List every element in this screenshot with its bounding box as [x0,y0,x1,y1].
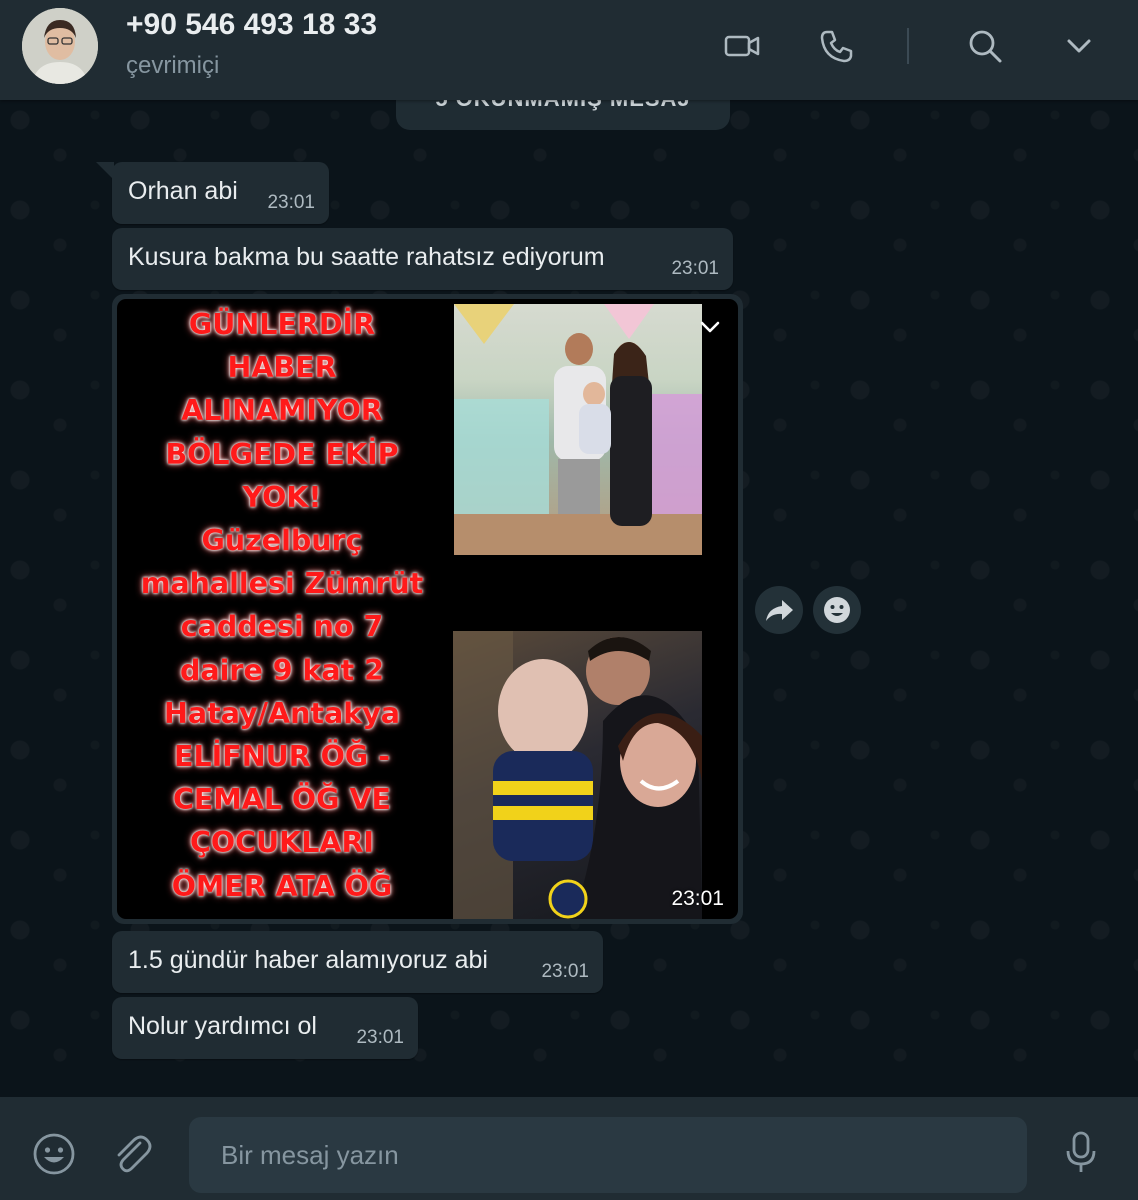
message-bubble[interactable]: 1.5 gündür haber alamıyoruz abi 23:01 [112,931,603,993]
voice-call-icon[interactable] [816,26,856,66]
search-icon[interactable] [965,26,1005,66]
header-divider [907,28,909,64]
image-message[interactable]: GÜNLERDİR HABER ALINAMIYOR BÖLGEDE EKİP … [112,294,743,924]
family-photo-bottom [453,631,702,919]
poster-line: ÇOCUKLARI [189,826,375,860]
forward-icon [766,600,793,621]
message-composer [0,1097,1138,1200]
poster-line: ELİFNUR ÖĞ - [174,740,390,774]
react-button[interactable] [813,586,861,634]
contact-avatar[interactable] [22,8,98,84]
message-time: 23:01 [671,258,719,279]
message-time: 23:01 [356,1027,404,1048]
microphone-icon[interactable] [1058,1129,1104,1175]
message-time: 23:01 [671,887,724,910]
bubble-tail [96,162,114,180]
poster-line: mahallesi Zümrüt [140,567,424,601]
shared-image[interactable]: GÜNLERDİR HABER ALINAMIYOR BÖLGEDE EKİP … [117,299,738,919]
message-time: 23:01 [267,192,315,213]
message-bubble[interactable]: Kusura bakma bu saatte rahatsız ediyorum… [112,228,733,290]
attach-icon[interactable] [109,1131,155,1177]
menu-chevron-icon[interactable] [1059,26,1099,66]
message-text: Orhan abi [128,177,238,205]
poster-line: YOK! [242,480,322,514]
poster-line: CEMAL ÖĞ VE [173,783,391,817]
message-input[interactable] [189,1117,1027,1193]
message-text: 1.5 gündür haber alamıyoruz abi [128,946,488,974]
poster-line: daire 9 kat 2 [179,653,385,687]
chat-header: +90 546 493 18 33 çevrimiçi [0,0,1138,100]
poster-line: Hatay/Antakya [163,696,400,730]
poster-line: Güzelburç [201,524,363,558]
message-text: Nolur yardımcı ol [128,1012,317,1040]
message-bubble[interactable]: Nolur yardımcı ol 23:01 [112,997,418,1059]
poster-text: GÜNLERDİR HABER ALINAMIYOR BÖLGEDE EKİP … [117,303,447,908]
message-time: 23:01 [541,961,589,982]
message-options-chevron-icon[interactable] [696,313,724,341]
video-call-icon[interactable] [722,26,762,66]
poster-line: HABER [227,351,337,385]
poster-line: ÖMER ATA ÖĞ [171,869,393,903]
emoji-react-icon [824,597,850,623]
message-bubble[interactable]: Orhan abi 23:01 [96,162,329,224]
contact-name[interactable]: +90 546 493 18 33 [126,8,377,42]
contact-status: çevrimiçi [126,52,220,79]
message-text: Kusura bakma bu saatte rahatsız ediyorum [128,243,605,271]
poster-line: ALINAMIYOR [181,394,383,428]
poster-line: caddesi no 7 [180,610,384,644]
poster-line: BÖLGEDE EKİP [165,437,399,471]
family-photo-top [454,304,702,555]
poster-line: GÜNLERDİR [188,308,376,341]
emoji-icon[interactable] [31,1131,77,1177]
forward-button[interactable] [755,586,803,634]
